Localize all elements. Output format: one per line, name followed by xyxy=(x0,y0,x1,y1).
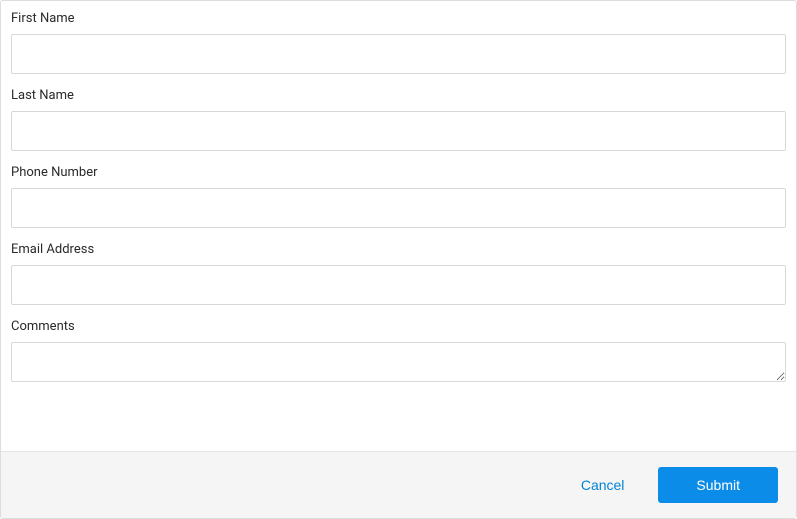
last-name-input[interactable] xyxy=(11,111,786,151)
last-name-label: Last Name xyxy=(11,88,786,103)
cancel-button[interactable]: Cancel xyxy=(577,469,629,501)
form-group-first-name: First Name xyxy=(11,11,786,74)
form-container: First Name Last Name Phone Number Email … xyxy=(0,0,797,519)
form-footer: Cancel Submit xyxy=(1,451,796,518)
comments-textarea[interactable] xyxy=(11,342,786,382)
first-name-label: First Name xyxy=(11,11,786,26)
form-group-email-address: Email Address xyxy=(11,242,786,305)
submit-button[interactable]: Submit xyxy=(658,467,778,503)
form-group-last-name: Last Name xyxy=(11,88,786,151)
email-address-input[interactable] xyxy=(11,265,786,305)
phone-number-input[interactable] xyxy=(11,188,786,228)
comments-label: Comments xyxy=(11,319,786,334)
form-group-comments: Comments xyxy=(11,319,786,386)
form-body: First Name Last Name Phone Number Email … xyxy=(1,1,796,451)
email-address-label: Email Address xyxy=(11,242,786,257)
form-group-phone-number: Phone Number xyxy=(11,165,786,228)
phone-number-label: Phone Number xyxy=(11,165,786,180)
first-name-input[interactable] xyxy=(11,34,786,74)
